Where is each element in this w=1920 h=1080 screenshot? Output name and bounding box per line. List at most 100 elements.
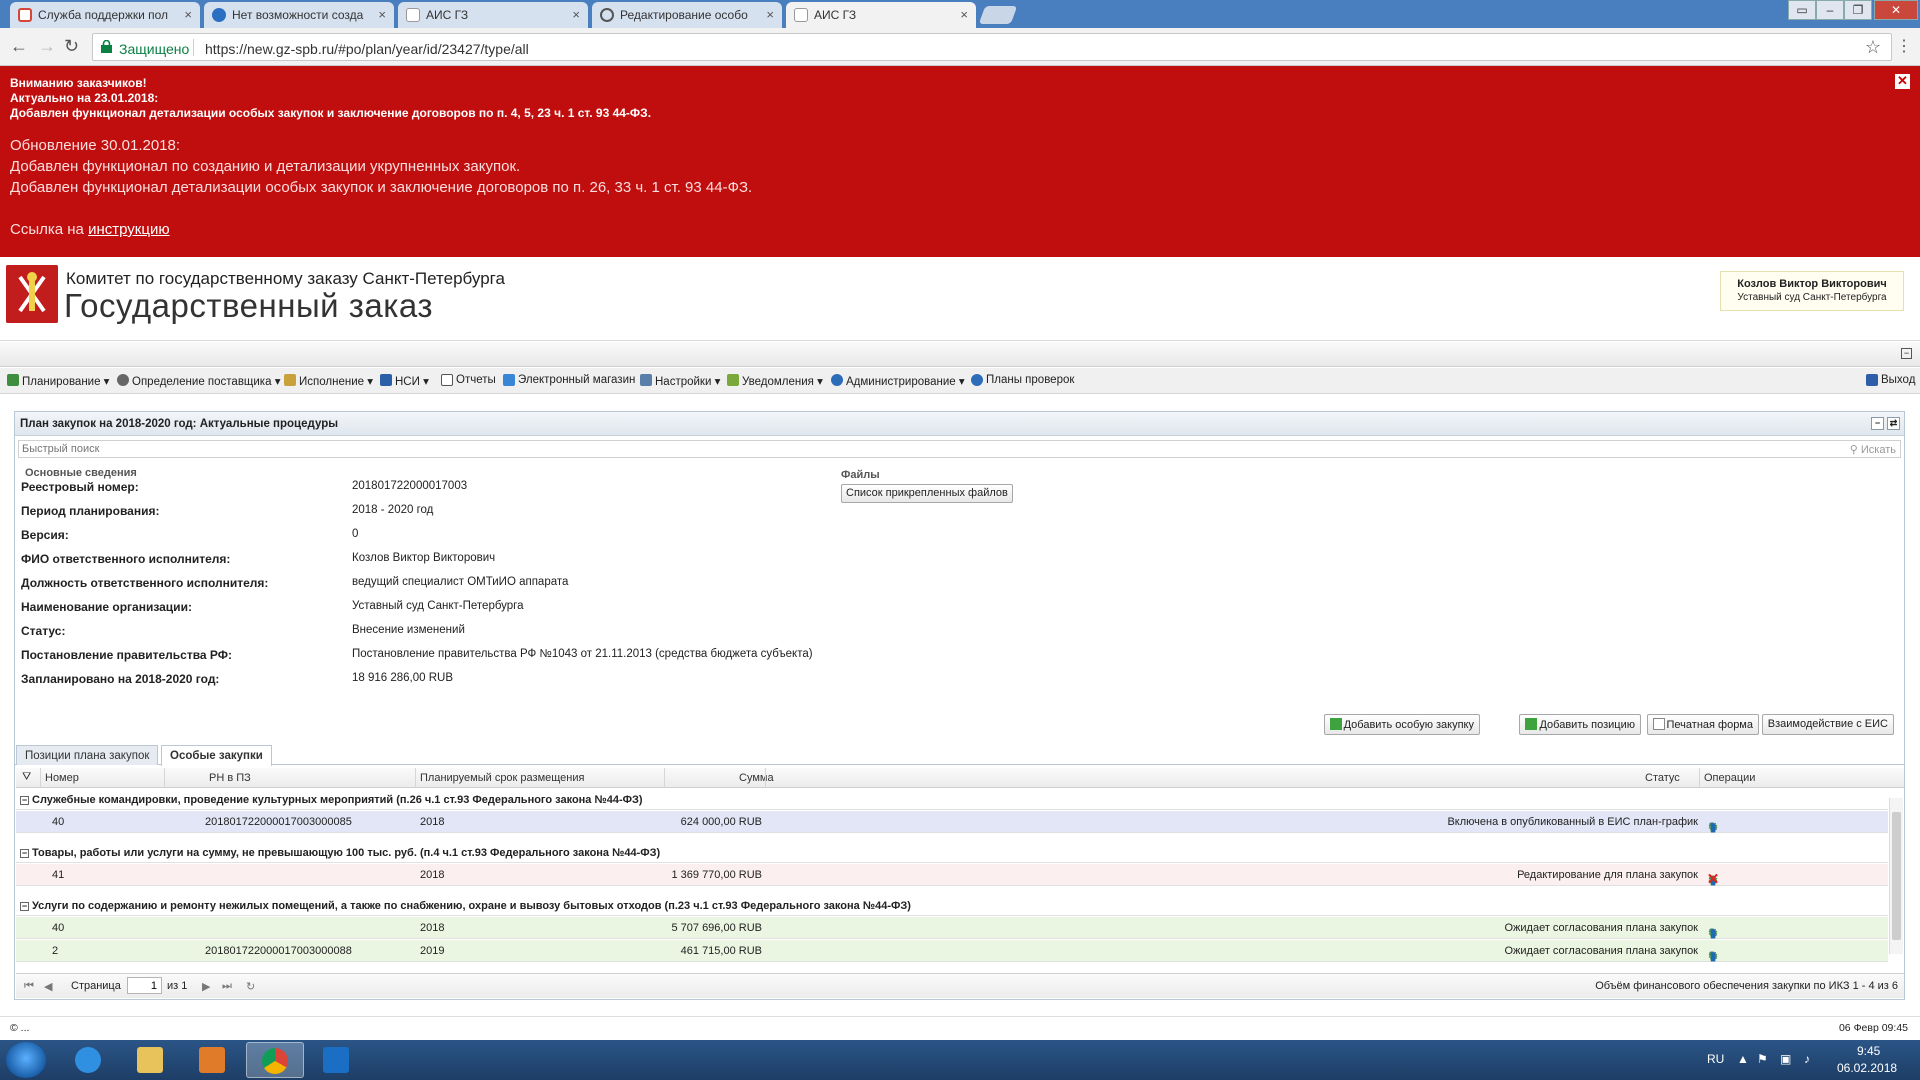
menu-item-settings[interactable]: Настройки ▾ (640, 374, 720, 388)
tab-label: АИС ГЗ (426, 8, 469, 22)
column-header-term[interactable]: Планируемый срок размещения (420, 772, 584, 784)
menu-item-notifications[interactable]: Уведомления ▾ (727, 374, 823, 388)
table-row[interactable]: 40 201801722000017003000085 2018 624 000… (16, 811, 1888, 834)
group-header[interactable]: − Служебные командировки, проведение куль… (16, 790, 1888, 810)
group-header[interactable]: − Услуги по содержанию и ремонту нежилых … (16, 896, 1888, 916)
maximize-button[interactable]: ❐ (1844, 0, 1872, 20)
taskbar-chrome[interactable] (246, 1042, 304, 1078)
banner-line: Добавлен функционал по созданию и детали… (10, 158, 521, 175)
eis-interaction-button[interactable]: Взаимодействие с ЕИС (1761, 714, 1894, 735)
table-row[interactable]: 41 2018 1 369 770,00 RUB Редактирование … (16, 864, 1888, 887)
close-tab-icon[interactable]: × (766, 7, 774, 22)
banner-link-line: Ссылка на инструкцию (10, 219, 1910, 240)
column-header-operations[interactable]: Операции (1704, 772, 1755, 784)
taskbar-outlook[interactable] (308, 1042, 366, 1078)
taskbar-ie[interactable] (60, 1042, 118, 1078)
close-tab-icon[interactable]: × (378, 7, 386, 22)
close-tab-icon[interactable]: × (572, 7, 580, 22)
menu-item-reports[interactable]: Отчеты (441, 374, 496, 386)
minimize-panel-icon[interactable]: − (1871, 417, 1884, 430)
menu-item-planning[interactable]: Планирование ▾ (7, 374, 109, 388)
page-input[interactable] (127, 977, 162, 994)
quick-search: ⚲ Искать (18, 440, 1901, 458)
reload-icon[interactable]: ↻ (64, 36, 79, 57)
add-position-button[interactable]: Добавить позицию (1519, 714, 1641, 735)
tray-expand-icon[interactable]: ▲ (1737, 1052, 1749, 1066)
collapse-group-icon[interactable]: − (20, 796, 29, 805)
menu-item-shop[interactable]: Электронный магазин (503, 374, 635, 386)
refresh-icon[interactable]: ↻ (246, 980, 255, 993)
minimize-button[interactable]: – (1816, 0, 1844, 20)
close-tab-icon[interactable]: × (184, 7, 192, 22)
column-header-sum[interactable]: Сумма (739, 772, 774, 784)
delete-icon[interactable]: ✕ (1706, 872, 1720, 887)
chart-icon[interactable]: ▮ (1706, 820, 1720, 834)
forward-icon[interactable]: → (38, 36, 56, 57)
browser-tab-active[interactable]: АИС ГЗ × (786, 2, 976, 28)
exit-button[interactable]: Выход (1866, 374, 1915, 386)
print-form-button[interactable]: Печатная форма (1646, 714, 1759, 735)
browser-menu-icon[interactable]: ⋮ (1896, 36, 1912, 56)
column-header-status[interactable]: Статус (1645, 772, 1680, 784)
quick-search-input[interactable] (19, 441, 1719, 457)
prev-page-icon[interactable]: ◀ (44, 980, 52, 993)
flag-icon[interactable]: ⚑ (1757, 1052, 1768, 1066)
cell-number: 41 (52, 869, 65, 881)
collapse-group-icon[interactable]: − (20, 902, 29, 911)
filter-icon[interactable]: ⛛ (22, 771, 31, 784)
tab-special-purchases[interactable]: Особые закупки (161, 745, 272, 766)
start-button[interactable] (6, 1042, 46, 1078)
close-window-button[interactable]: ✕ (1874, 0, 1918, 20)
banner-line: Обновление 30.01.2018: (10, 137, 181, 154)
last-page-icon[interactable]: ⏭ (222, 980, 232, 993)
menu-label: Исполнение (299, 376, 365, 388)
language-indicator[interactable]: RU (1707, 1052, 1724, 1066)
menu-item-supplier[interactable]: Определение поставщика ▾ (117, 374, 280, 388)
table-row[interactable]: 40 2018 5 707 696,00 RUB Ожидает согласо… (16, 917, 1888, 940)
browser-tab[interactable]: Редактирование особо × (592, 2, 782, 28)
grid-header: ⛛ Номер РН в ПЗ Планируемый срок размеще… (16, 768, 1904, 788)
url-field[interactable]: Защищено https://new.gz-spb.ru/#po/plan/… (92, 33, 1892, 61)
browser-tab[interactable]: АИС ГЗ × (398, 2, 588, 28)
column-header-number[interactable]: Номер (45, 772, 79, 784)
volume-icon[interactable]: ♪ (1804, 1052, 1810, 1066)
cell-status: Включена в опубликованный в ЕИС план-гра… (1447, 816, 1698, 828)
scrollbar-thumb[interactable] (1892, 812, 1901, 940)
close-tab-icon[interactable]: × (960, 7, 968, 22)
tab-plan-positions[interactable]: Позиции плана закупок (16, 745, 159, 765)
refresh-panel-icon[interactable]: ⇄ (1887, 417, 1900, 430)
chart-icon[interactable]: ▮ (1706, 949, 1720, 963)
attached-files-button[interactable]: Список прикрепленных файлов (841, 484, 1013, 503)
taskbar-explorer[interactable] (122, 1042, 180, 1078)
browser-tab[interactable]: Служба поддержки пол × (10, 2, 200, 28)
browser-tab[interactable]: Нет возможности созда × (204, 2, 394, 28)
instruction-link[interactable]: инструкцию (88, 221, 170, 238)
back-icon[interactable]: ← (10, 36, 28, 57)
first-page-icon[interactable]: ⏮ (24, 980, 34, 993)
user-profile-button[interactable]: ▭ (1788, 0, 1816, 20)
next-page-icon[interactable]: ▶ (202, 980, 210, 993)
menu-item-checks[interactable]: Планы проверок (971, 374, 1074, 386)
media-player-icon (199, 1047, 225, 1073)
taskbar-media[interactable] (184, 1042, 242, 1078)
close-banner-icon[interactable]: ✕ (1895, 74, 1910, 89)
menu-item-execution[interactable]: Исполнение ▾ (284, 374, 373, 388)
bookmark-star-icon[interactable]: ☆ (1865, 37, 1881, 58)
menu-item-nsi[interactable]: НСИ ▾ (380, 374, 429, 388)
table-row[interactable]: 2 201801722000017003000088 2019 461 715,… (16, 940, 1888, 963)
url-separator (193, 39, 194, 56)
cell-rn: 201801722000017003000088 (205, 945, 352, 957)
search-button[interactable]: ⚲ Искать (1850, 443, 1896, 456)
menu-label: НСИ (395, 376, 420, 388)
network-icon[interactable]: ▣ (1780, 1052, 1791, 1066)
collapse-icon[interactable]: − (1901, 348, 1912, 359)
new-tab-button[interactable] (978, 6, 1018, 24)
grid-scrollbar[interactable] (1889, 798, 1903, 954)
user-info[interactable]: Козлов Виктор Викторович Уставный суд Са… (1720, 271, 1904, 311)
column-header-rn[interactable]: РН в ПЗ (209, 772, 251, 784)
menu-item-admin[interactable]: Администрирование ▾ (831, 374, 965, 388)
add-special-purchase-button[interactable]: Добавить особую закупку (1323, 714, 1480, 735)
group-header[interactable]: − Товары, работы или услуги на сумму, не … (16, 843, 1888, 863)
collapse-group-icon[interactable]: − (20, 849, 29, 858)
chart-icon[interactable]: ▮ (1706, 926, 1720, 940)
